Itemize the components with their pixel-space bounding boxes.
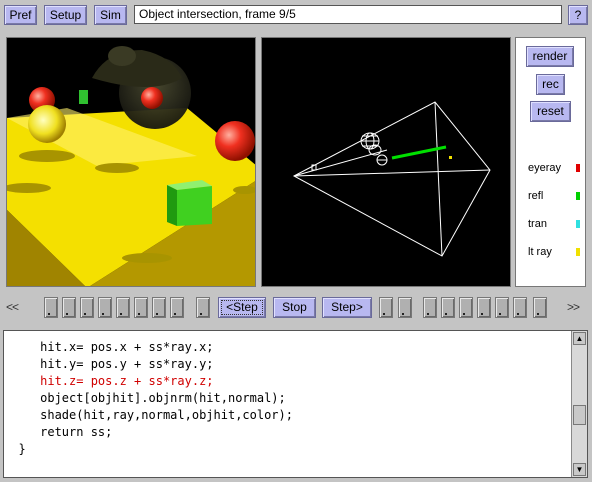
arrow-down-icon[interactable]: ▼ [573,463,586,476]
legend-label-refl: refl [528,190,544,202]
arrow-up-icon[interactable]: ▲ [573,332,586,345]
code-scrollbar[interactable]: ▲ ▼ [571,331,587,477]
side-panel: render rec reset eyeray refl tran lt ray [515,37,586,287]
code-listing[interactable]: hit.x= pos.x + ss*ray.x; hit.y= pos.y + … [3,330,588,478]
render-button[interactable]: render [526,46,574,67]
setup-button[interactable]: Setup [44,5,87,25]
step-slot[interactable] [495,297,509,318]
step-back-button[interactable]: <Step [218,297,266,318]
frame-title-field[interactable]: Object intersection, frame 9/5 [134,5,562,24]
legend-swatch-eyeray [576,164,580,172]
pref-button[interactable]: Pref [4,5,37,25]
step-slot[interactable] [152,297,166,318]
code-line: return ss; [4,425,113,439]
step-slot[interactable] [441,297,455,318]
step-slot[interactable] [459,297,473,318]
step-slot[interactable] [477,297,491,318]
legend-label-tran: tran [528,218,547,230]
step-slot[interactable] [170,297,184,318]
step-slot[interactable] [134,297,148,318]
legend-swatch-lt-ray [576,248,580,256]
code-line-highlighted: hit.z= pos.z + ss*ray.z; [4,374,214,388]
step-slot[interactable] [44,297,58,318]
fast-forward-button[interactable]: >> [567,300,580,314]
scrollbar-thumb[interactable] [573,405,586,425]
code-line: object[objhit].objnrm(hit,normal); [4,391,286,405]
reset-button[interactable]: reset [530,101,571,122]
code-line: hit.y= pos.y + ss*ray.y; [4,357,214,371]
legend-label-eyeray: eyeray [528,162,562,174]
wireframe-view[interactable] [261,37,511,287]
step-forward-button[interactable]: Step> [322,297,372,318]
legend-swatch-refl [576,192,580,200]
step-slot[interactable] [98,297,112,318]
code-line: } [4,442,26,456]
step-slot[interactable] [379,297,393,318]
code-line: shade(hit,ray,normal,objhit,color); [4,408,293,422]
step-slot[interactable] [533,297,547,318]
wireframe-scene [292,101,491,257]
step-slot[interactable] [196,297,210,318]
rec-button[interactable]: rec [536,74,565,95]
step-slot[interactable] [423,297,437,318]
stop-button[interactable]: Stop [273,297,316,318]
legend-label-lt-ray: lt ray [528,246,552,258]
step-slot[interactable] [62,297,76,318]
rendered-scene [7,46,255,286]
sim-button[interactable]: Sim [94,5,127,25]
step-slot[interactable] [116,297,130,318]
render-view[interactable] [6,37,256,287]
help-button[interactable]: ? [568,5,588,25]
legend-swatch-tran [576,220,580,228]
step-slot[interactable] [513,297,527,318]
step-slot[interactable] [80,297,94,318]
step-slot[interactable] [398,297,412,318]
rewind-button[interactable]: << [6,300,19,314]
code-line: hit.x= pos.x + ss*ray.x; [4,340,214,354]
